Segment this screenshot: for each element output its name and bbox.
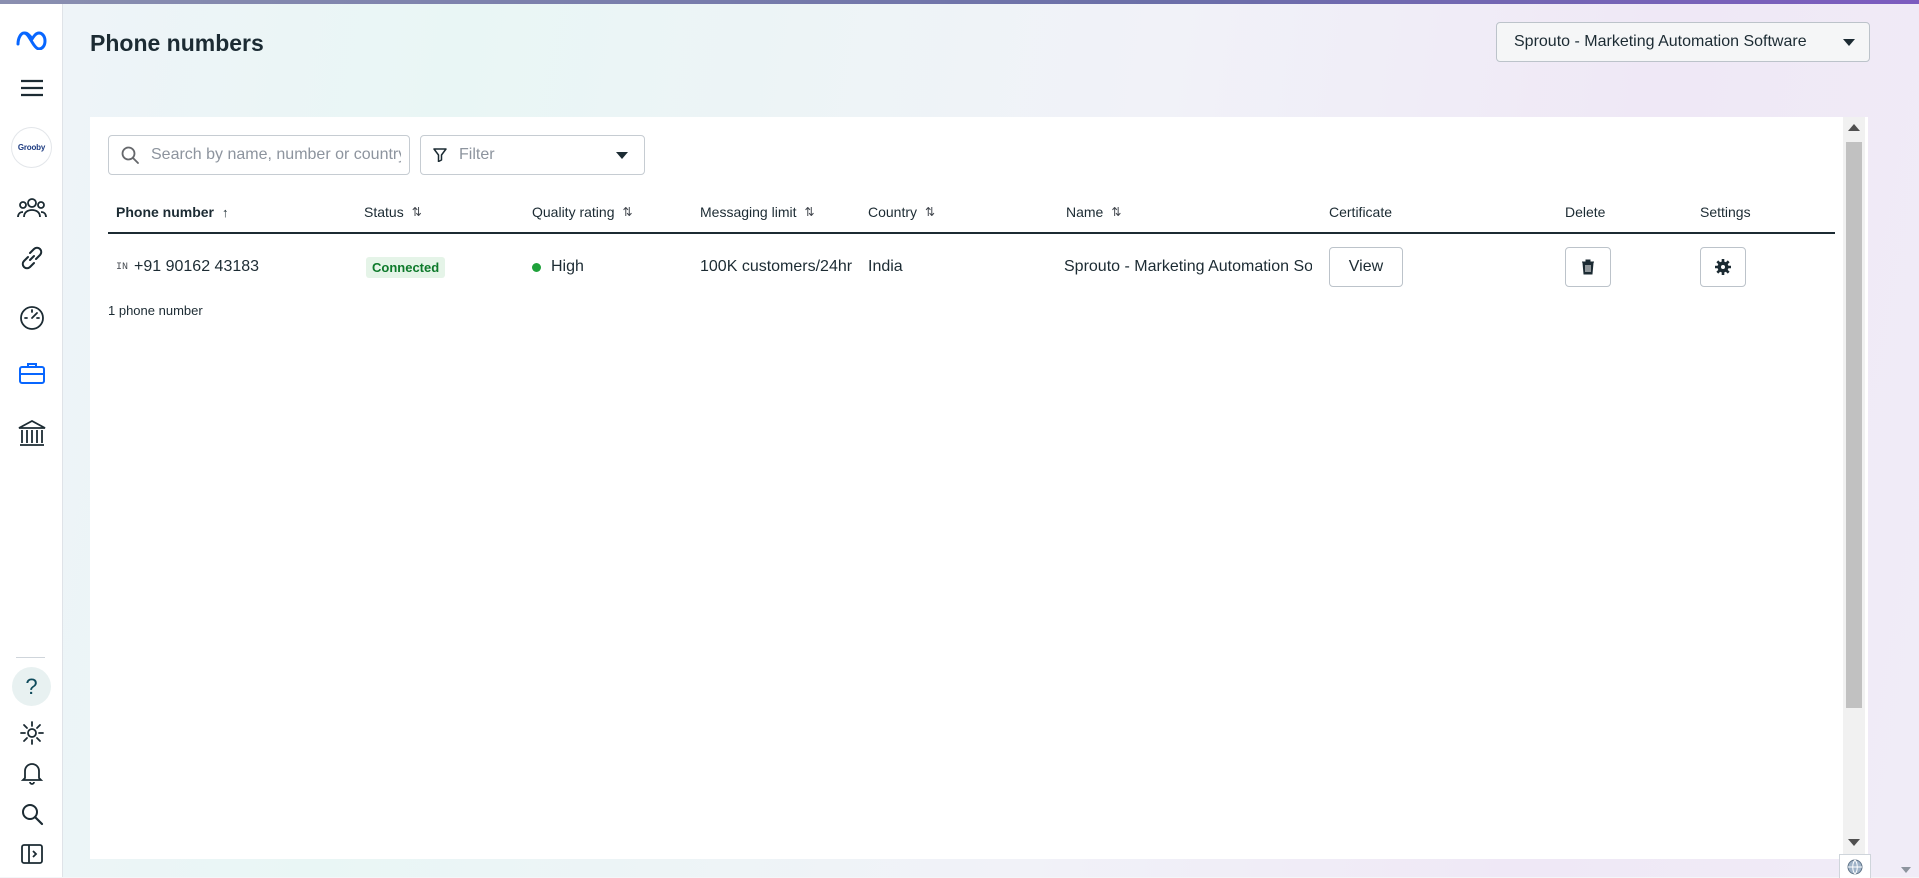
search-icon[interactable]: [0, 794, 63, 834]
column-header-label: Delete: [1565, 204, 1606, 220]
meta-logo-icon[interactable]: [0, 20, 63, 60]
gear-icon[interactable]: [0, 713, 63, 753]
status-cell: Connected: [366, 236, 446, 298]
page-title: Phone numbers: [90, 30, 264, 56]
gauge-icon[interactable]: [0, 298, 63, 338]
column-header-label: Messaging limit: [700, 204, 797, 220]
column-header-label: Quality rating: [532, 204, 615, 220]
main-content: Phone numbers Sprouto - Marketing Automa…: [63, 4, 1919, 878]
phone-cell: IN +91 90162 43183: [116, 236, 259, 298]
table-row: IN +91 90162 43183 Connected High 100K c…: [108, 236, 1835, 298]
help-icon[interactable]: ?: [12, 667, 51, 706]
column-header-quality[interactable]: Quality rating ⇅: [532, 192, 633, 232]
phone-numbers-panel: Filter Phone number ↑ Status ⇅ Quality r…: [90, 117, 1868, 859]
gear-icon: [1715, 259, 1731, 275]
scrollbar-thumb[interactable]: [1846, 142, 1862, 708]
table-header: Phone number ↑ Status ⇅ Quality rating ⇅…: [108, 192, 1835, 234]
column-header-label: Certificate: [1329, 204, 1393, 220]
settings-cell: [1700, 236, 1746, 298]
sort-icon: ⇅: [804, 205, 815, 219]
sort-asc-icon: ↑: [222, 204, 229, 220]
country-name: India: [868, 258, 903, 275]
account-selector[interactable]: Sprouto - Marketing Automation Software: [1496, 22, 1870, 62]
column-header-settings: Settings: [1700, 192, 1751, 232]
scroll-up-arrow-icon[interactable]: [1848, 124, 1860, 131]
column-header-label: Settings: [1700, 204, 1751, 220]
sort-icon: ⇅: [622, 205, 633, 219]
name-cell: Sprouto - Marketing Automation Software: [1064, 236, 1312, 298]
column-header-label: Phone number: [116, 204, 215, 220]
certificate-cell: View: [1329, 236, 1403, 298]
menu-icon[interactable]: [0, 68, 63, 108]
settings-button[interactable]: [1700, 247, 1746, 287]
country-code: IN: [116, 261, 129, 273]
column-header-label: Name: [1066, 204, 1104, 220]
column-header-certificate: Certificate: [1329, 192, 1392, 232]
rail-divider: [16, 657, 45, 658]
help-label: ?: [25, 673, 38, 699]
row-count: 1 phone number: [108, 303, 203, 318]
people-icon[interactable]: [0, 188, 63, 228]
sort-icon: ⇅: [925, 205, 936, 219]
caret-down-icon: [1843, 38, 1855, 46]
column-header-country[interactable]: Country ⇅: [868, 192, 935, 232]
column-header-limit[interactable]: Messaging limit ⇅: [700, 192, 815, 232]
phone-number: +91 90162 43183: [134, 258, 260, 275]
filter-dropdown[interactable]: Filter: [420, 135, 645, 175]
quality-rating: High: [551, 258, 584, 275]
page-scroll-down-icon[interactable]: [1901, 867, 1911, 873]
status-badge: Connected: [366, 256, 446, 278]
column-header-phone[interactable]: Phone number ↑: [116, 192, 229, 232]
sort-icon: ⇅: [411, 205, 422, 219]
country-cell: India: [868, 236, 903, 298]
business-avatar-text: Grooby: [17, 143, 46, 152]
bank-icon[interactable]: [0, 413, 63, 453]
account-selector-label: Sprouto - Marketing Automation Software: [1514, 33, 1807, 50]
filter-label: Filter: [459, 146, 495, 163]
search-input[interactable]: [149, 145, 403, 165]
quality-dot-icon: [532, 262, 541, 272]
delete-button[interactable]: [1565, 247, 1611, 287]
view-certificate-button[interactable]: View: [1329, 247, 1403, 287]
delete-cell: [1565, 236, 1611, 298]
messaging-limit: 100K customers/24hr: [700, 258, 853, 275]
sort-icon: ⇅: [1111, 205, 1122, 219]
column-header-name[interactable]: Name ⇅: [1066, 192, 1121, 232]
business-avatar[interactable]: Grooby: [12, 128, 51, 167]
left-nav-rail: Grooby ?: [0, 4, 63, 877]
limit-cell: 100K customers/24hr: [700, 236, 852, 298]
search-icon: [121, 146, 139, 164]
globe-icon[interactable]: [1839, 854, 1871, 878]
view-button-label: View: [1348, 258, 1384, 275]
caret-down-icon: [616, 151, 628, 159]
bell-icon[interactable]: [0, 753, 63, 793]
column-header-label: Status: [364, 204, 404, 220]
column-header-delete: Delete: [1565, 192, 1605, 232]
scroll-down-arrow-icon[interactable]: [1848, 839, 1860, 846]
column-header-label: Country: [868, 204, 918, 220]
trash-icon: [1582, 259, 1594, 275]
quality-cell: High: [532, 236, 584, 298]
column-header-status[interactable]: Status ⇅: [364, 192, 422, 232]
briefcase-icon[interactable]: [0, 353, 63, 393]
panel-toggle-icon[interactable]: [0, 834, 63, 874]
display-name: Sprouto - Marketing Automation Software: [1064, 258, 1312, 275]
search-box[interactable]: [108, 135, 410, 175]
link-icon[interactable]: [0, 238, 63, 278]
filter-icon: [433, 148, 447, 162]
